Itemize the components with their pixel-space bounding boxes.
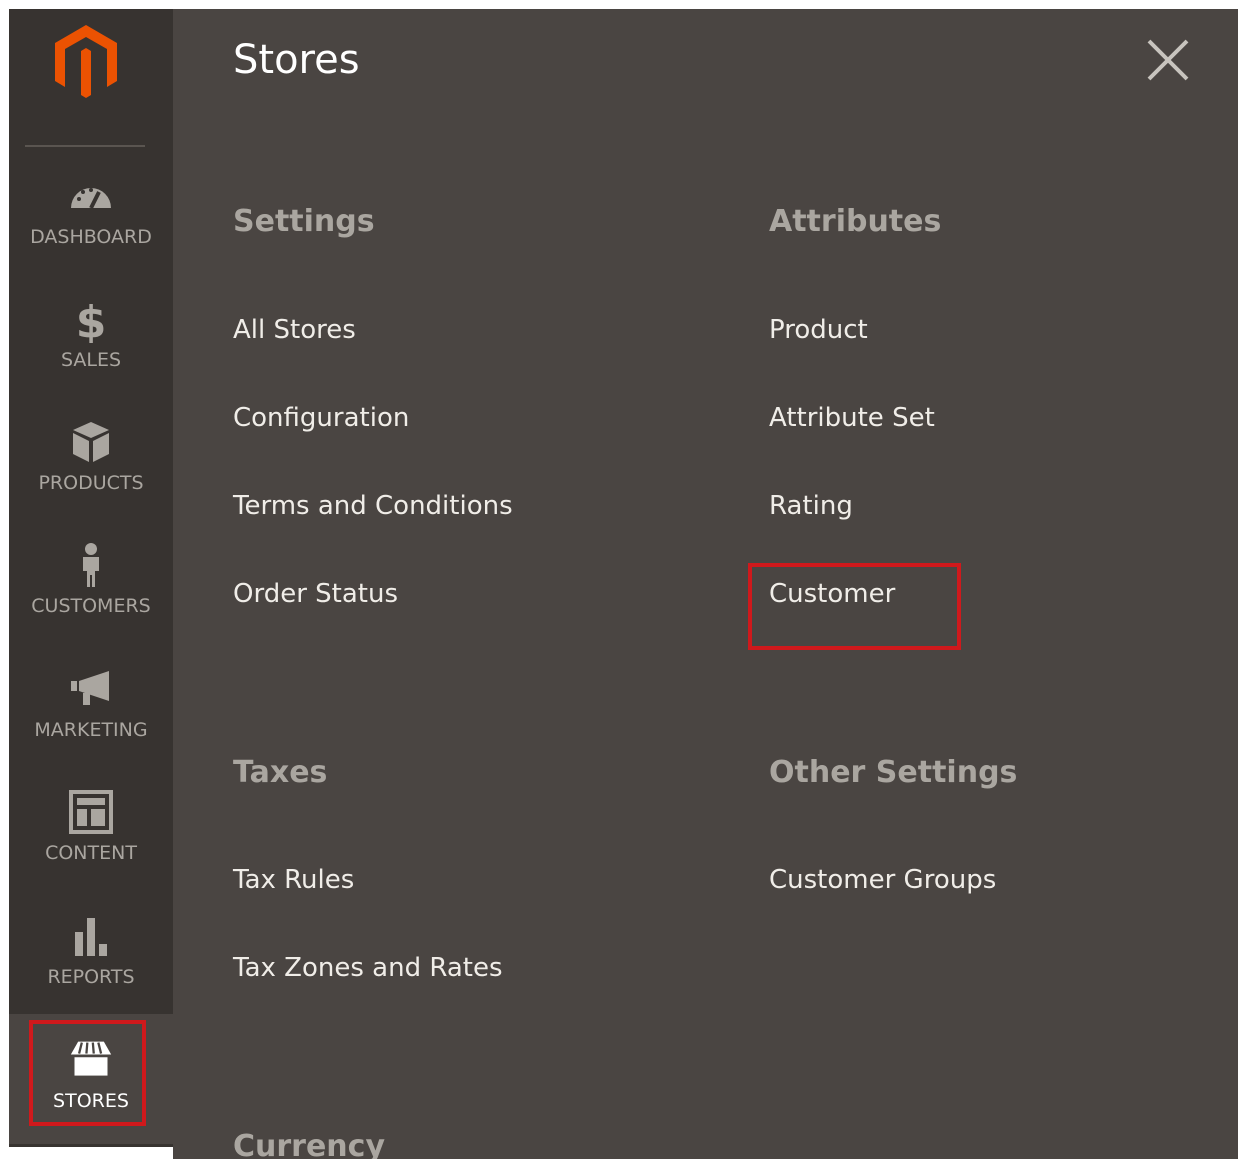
- menu-link-rating[interactable]: Rating: [769, 491, 853, 521]
- sidebar-item-label: CUSTOMERS: [31, 595, 151, 617]
- stores-highlight-outline: [29, 1020, 146, 1126]
- menu-link-customer-groups[interactable]: Customer Groups: [769, 865, 996, 895]
- menu-link-order-status[interactable]: Order Status: [233, 579, 398, 609]
- sidebar-item-label: CONTENT: [45, 842, 137, 864]
- sidebar-item-label: MARKETING: [34, 719, 148, 741]
- sidebar-item-sales[interactable]: $ SALES: [9, 295, 173, 411]
- sidebar-item-customers[interactable]: CUSTOMERS: [9, 541, 173, 657]
- menu-link-customer[interactable]: Customer: [769, 579, 895, 609]
- sidebar-item-dashboard[interactable]: DASHBOARD: [9, 172, 173, 288]
- admin-sidebar: DASHBOARD $ SALES PRODUCTS CUSTOMERS MAR…: [9, 9, 173, 1159]
- menu-link-configuration[interactable]: Configuration: [233, 403, 409, 433]
- sidebar-bottom-strip: [9, 1147, 173, 1159]
- admin-frame: DASHBOARD $ SALES PRODUCTS CUSTOMERS MAR…: [9, 9, 1238, 1159]
- menu-link-product[interactable]: Product: [769, 315, 868, 345]
- sidebar-item-label: REPORTS: [47, 966, 135, 988]
- section-title-settings: Settings: [233, 204, 375, 239]
- layout-icon: [69, 790, 113, 834]
- section-title-taxes: Taxes: [233, 755, 328, 790]
- menu-link-tax-zones-and-rates[interactable]: Tax Zones and Rates: [233, 953, 503, 983]
- megaphone-icon: [71, 671, 109, 705]
- panel-title: Stores: [233, 37, 360, 83]
- sidebar-item-marketing[interactable]: MARKETING: [9, 665, 173, 781]
- svg-text:$: $: [76, 297, 107, 343]
- sidebar-item-label: PRODUCTS: [38, 472, 144, 494]
- menu-link-attribute-set[interactable]: Attribute Set: [769, 403, 935, 433]
- sidebar-item-label: DASHBOARD: [30, 226, 152, 248]
- stores-menu-panel: Stores Settings All Stores Configuration…: [173, 9, 1238, 1159]
- sidebar-item-products[interactable]: PRODUCTS: [9, 418, 173, 534]
- section-title-currency: Currency: [233, 1129, 386, 1159]
- menu-link-tax-rules[interactable]: Tax Rules: [233, 865, 354, 895]
- sidebar-item-label: SALES: [60, 349, 122, 371]
- box-icon: [73, 422, 109, 462]
- section-title-other-settings: Other Settings: [769, 755, 1018, 790]
- person-icon: [83, 543, 99, 587]
- magento-logo-icon[interactable]: [51, 21, 121, 101]
- dollar-icon: $: [76, 297, 107, 343]
- sidebar-item-content[interactable]: CONTENT: [9, 788, 173, 904]
- menu-link-all-stores[interactable]: All Stores: [233, 315, 356, 345]
- menu-link-terms-and-conditions[interactable]: Terms and Conditions: [233, 491, 513, 521]
- bar-chart-icon: [75, 918, 107, 956]
- gauge-icon: [71, 188, 111, 209]
- logo-divider: [25, 145, 145, 147]
- section-title-attributes: Attributes: [769, 204, 942, 239]
- sidebar-item-reports[interactable]: REPORTS: [9, 912, 173, 1028]
- close-icon[interactable]: [1145, 37, 1191, 83]
